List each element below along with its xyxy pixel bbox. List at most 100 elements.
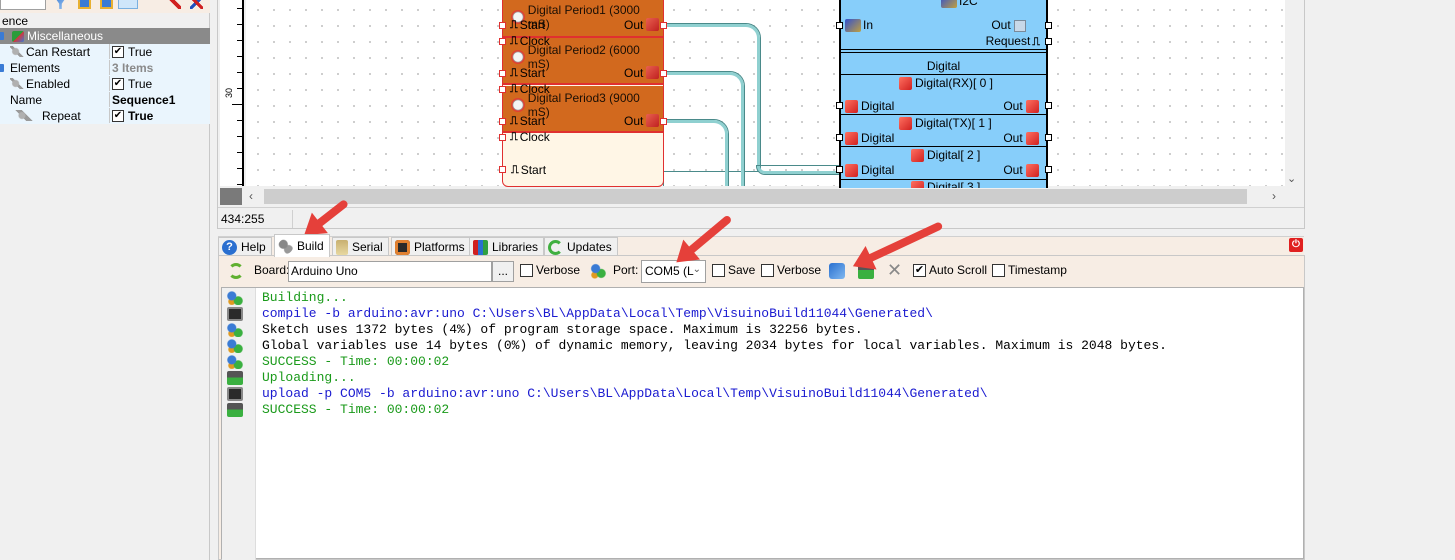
clock-port[interactable]: [499, 86, 506, 93]
collapse-grid-icon[interactable]: [100, 0, 113, 9]
i2c-out-pin[interactable]: Out: [991, 18, 1026, 32]
wire-period3-out[interactable]: [664, 120, 728, 186]
start-pin[interactable]: ⎍ Start: [502, 66, 545, 80]
auto-scroll-checkbox[interactable]: ✔ Auto Scroll: [913, 263, 987, 277]
start-port[interactable]: [499, 118, 506, 125]
books-icon: [473, 239, 488, 255]
scroll-left-arrow[interactable]: ‹: [249, 189, 253, 203]
checkbox[interactable]: ✔: [112, 77, 124, 90]
checkbox-box[interactable]: ✔: [913, 263, 926, 277]
out-port[interactable]: [660, 22, 667, 29]
out-port[interactable]: [660, 70, 667, 77]
port-settings-icon[interactable]: [590, 263, 606, 279]
filter-icon[interactable]: [54, 0, 67, 9]
save-checkbox[interactable]: Save: [712, 263, 755, 277]
properties-toolbar: [0, 0, 210, 13]
pin-repeat-icon: [10, 110, 40, 121]
digital-2-in-port[interactable]: [836, 166, 843, 173]
wire-to-digital2[interactable]: [757, 166, 841, 174]
expand-toggle-icon[interactable]: [0, 64, 4, 72]
verbose-upload-checkbox[interactable]: Verbose: [761, 263, 821, 277]
property-row-enabled[interactable]: Enabled ✔ True: [0, 76, 210, 92]
start-pin[interactable]: ⎍ Start: [502, 114, 545, 128]
tab-help[interactable]: ? Help: [218, 237, 272, 256]
property-value: True: [128, 108, 154, 123]
tab-platforms[interactable]: Platforms: [391, 237, 471, 256]
clock-pin[interactable]: ⎍ Clock: [502, 34, 550, 48]
channel-2-in-pin[interactable]: Digital: [845, 163, 894, 178]
channel-1-in-pin[interactable]: Digital: [845, 131, 894, 146]
scroll-right-arrow[interactable]: ›: [1272, 189, 1276, 203]
checkbox-box[interactable]: [992, 263, 1005, 277]
property-row-name[interactable]: Name Sequence1: [0, 92, 210, 108]
clock-pin[interactable]: ⎍ Clock: [502, 82, 550, 96]
verbose-checkbox[interactable]: Verbose: [520, 263, 580, 277]
tab-libraries[interactable]: Libraries: [469, 237, 545, 256]
clock-port[interactable]: [499, 134, 506, 141]
timestamp-checkbox[interactable]: Timestamp: [992, 263, 1067, 277]
port-select[interactable]: COM5 (L ⌄: [641, 260, 706, 283]
channel-1-out-pin[interactable]: Out: [1003, 131, 1042, 146]
i2c-in-port[interactable]: [836, 22, 843, 29]
out-port[interactable]: [660, 118, 667, 125]
property-value[interactable]: Sequence1: [112, 93, 175, 107]
sequence-start-pin[interactable]: ⎍ Start: [503, 163, 546, 177]
property-row-can-restart[interactable]: Can Restart ✔ True: [0, 44, 210, 60]
digital-out-icon: [646, 114, 659, 127]
stop-icon[interactable]: ✕: [887, 261, 903, 279]
channel-0-in-pin[interactable]: Digital: [845, 99, 894, 114]
tab-build[interactable]: Build: [274, 234, 330, 257]
connect-icon[interactable]: [829, 263, 845, 279]
channel-2-out-pin[interactable]: Out: [1003, 163, 1042, 178]
start-pin[interactable]: ⎍ Start: [502, 18, 545, 32]
ruler-tick: [237, 136, 242, 137]
compile-refresh-icon[interactable]: [228, 263, 244, 279]
start-port[interactable]: [499, 22, 506, 29]
expand-grid-icon[interactable]: [78, 0, 91, 9]
property-row-repeat[interactable]: Repeat ✔ True: [0, 108, 210, 124]
digital-1-out-port[interactable]: [1045, 134, 1052, 141]
board-input[interactable]: Arduino Uno: [288, 261, 492, 282]
properties-search-input[interactable]: [0, 0, 46, 10]
i2c-request-port[interactable]: [1045, 38, 1052, 45]
arduino-board-component[interactable]: I2C In Out Request ⎍ Digital Digital(RX)[…: [839, 0, 1048, 195]
tab-serial[interactable]: Serial: [332, 237, 389, 256]
digital-2-out-port[interactable]: [1045, 166, 1052, 173]
design-canvas[interactable]: [246, 0, 1285, 186]
i2c-request-pin[interactable]: Request ⎍: [986, 34, 1042, 49]
checkbox-box[interactable]: [520, 263, 533, 277]
digital-0-out-port[interactable]: [1045, 102, 1052, 109]
pin-icon[interactable]: [168, 0, 181, 9]
scroll-down-arrow[interactable]: ⌄: [1287, 172, 1296, 185]
digital-1-in-port[interactable]: [836, 134, 843, 141]
i2c-in-pin[interactable]: In: [845, 18, 873, 33]
category-miscellaneous[interactable]: Miscellaneous: [0, 28, 210, 44]
i2c-out-port[interactable]: [1045, 22, 1052, 29]
digital-0-in-port[interactable]: [836, 102, 843, 109]
checkbox-box[interactable]: [761, 263, 774, 277]
clock-pin[interactable]: ⎍ Clock: [502, 130, 550, 144]
build-output-log[interactable]: Building... compile -b arduino:avr:uno C:…: [221, 287, 1304, 560]
checkbox[interactable]: ✔: [112, 109, 124, 122]
build-gears-icon: [227, 291, 243, 305]
digital-icon: [845, 164, 858, 178]
property-row-elements[interactable]: Elements 3 Items: [0, 60, 210, 76]
close-panel-button[interactable]: ⏻: [1289, 238, 1303, 252]
checkbox-box[interactable]: [712, 263, 725, 277]
scrollbar-thumb[interactable]: [264, 189, 1247, 204]
board-browse-button[interactable]: ...: [492, 261, 514, 282]
collapse-toggle-icon[interactable]: [0, 32, 4, 40]
tab-updates[interactable]: Updates: [544, 237, 618, 256]
start-port[interactable]: [499, 70, 506, 77]
close-icon[interactable]: [190, 0, 203, 9]
checkbox[interactable]: ✔: [112, 45, 124, 58]
channel-0-out-pin[interactable]: Out: [1003, 99, 1042, 114]
log-gutter: [222, 288, 256, 560]
folder-view-icon[interactable]: [118, 0, 138, 9]
property-value: True: [128, 44, 153, 59]
property-name: Repeat: [42, 108, 81, 123]
log-line: Global variables use 14 bytes (0%) of dy…: [262, 338, 1167, 353]
clock-port[interactable]: [499, 38, 506, 45]
horizontal-scrollbar[interactable]: ‹ ›: [220, 188, 1284, 205]
sequence-start-port[interactable]: [499, 166, 506, 173]
